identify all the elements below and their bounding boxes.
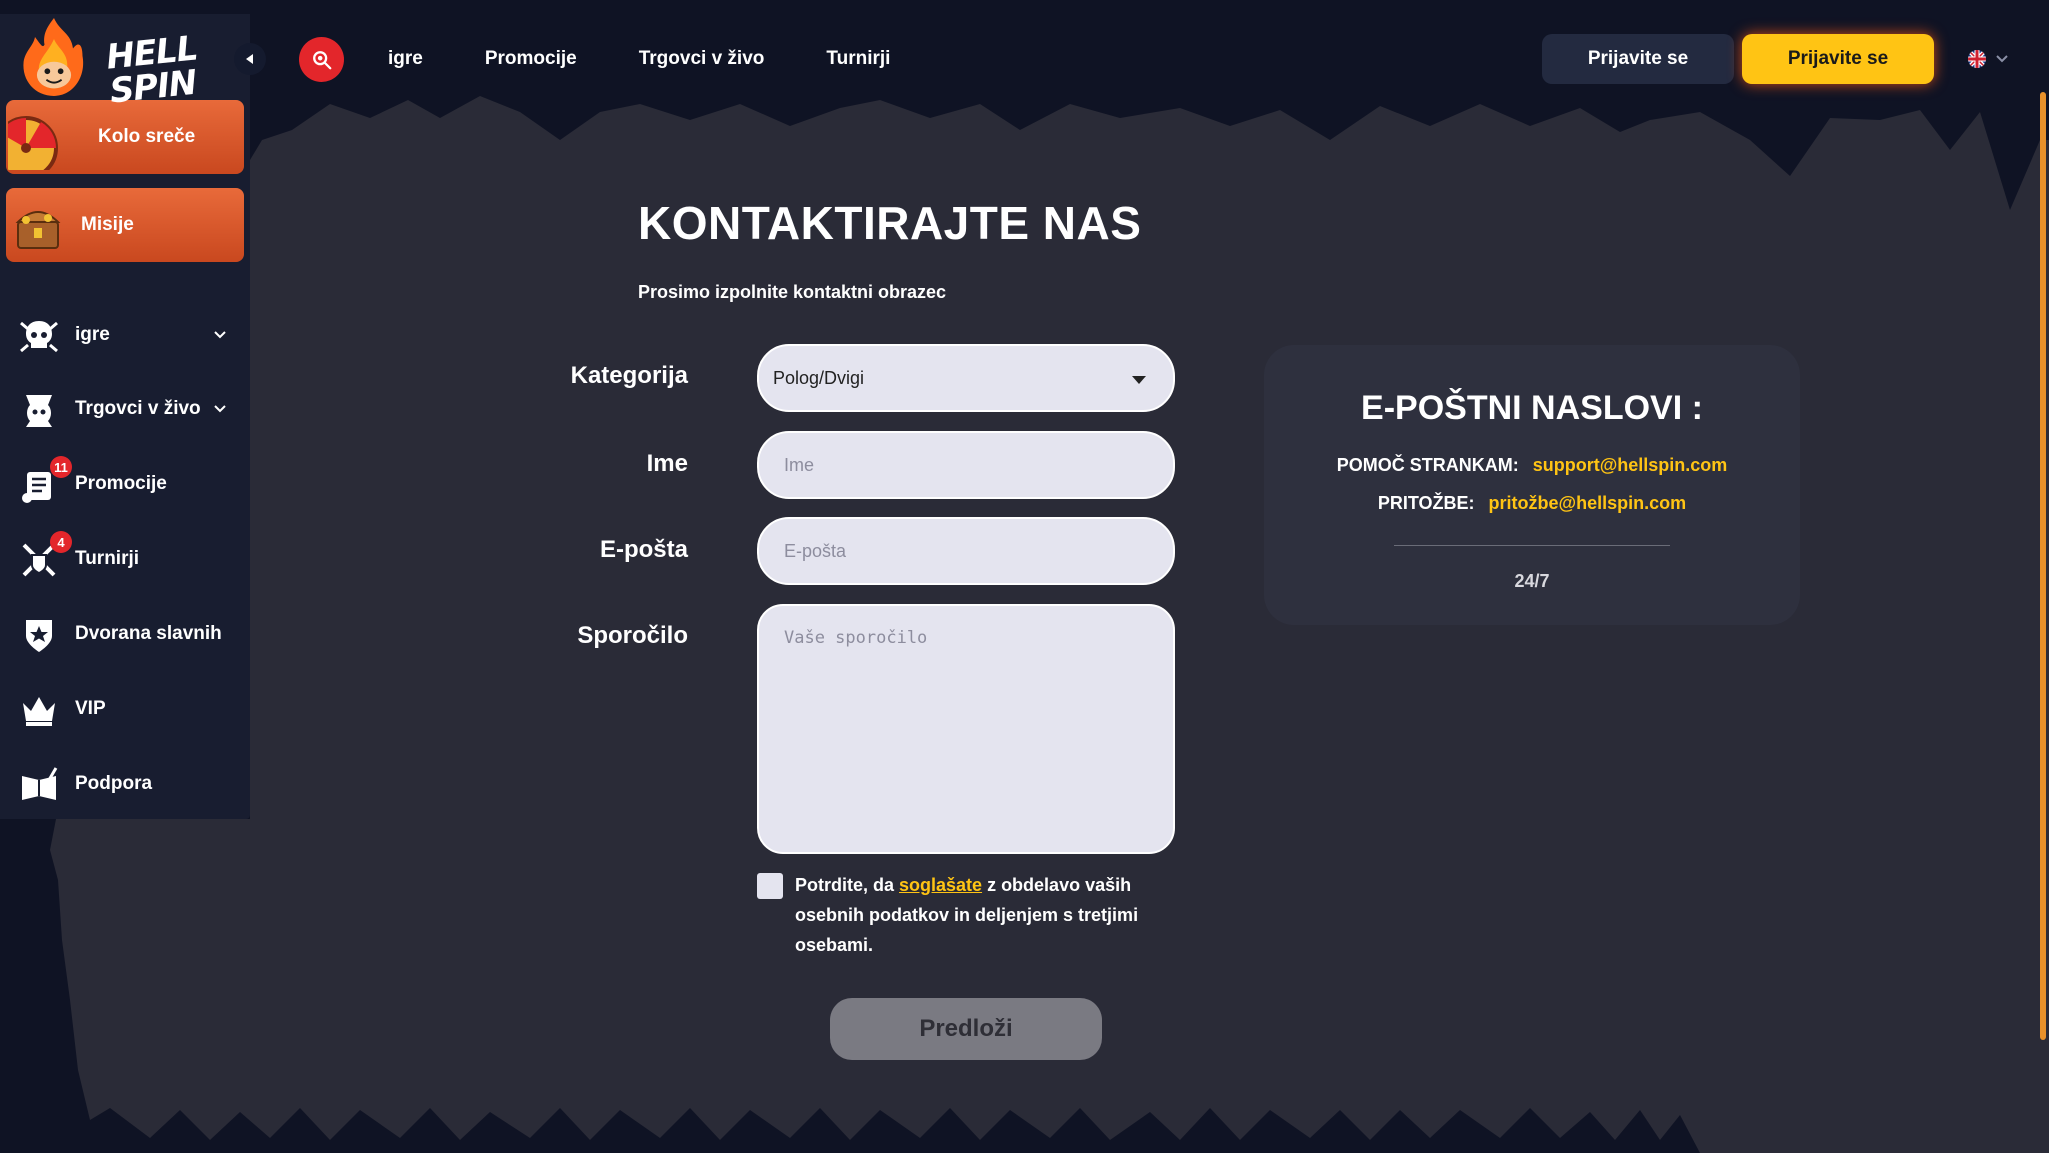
- treasure-chest-icon: [15, 211, 61, 249]
- chevron-down-icon: [214, 331, 226, 339]
- logo-line-2: SPIN: [107, 62, 199, 112]
- chevron-down-icon: [1996, 55, 2008, 63]
- support-email-key: POMOČ STRANKAM:: [1336, 455, 1519, 475]
- support-email-link[interactable]: support@hellspin.com: [1533, 455, 1728, 475]
- app-root: Kolo sreče Misije igre Trgovci v živo 11…: [0, 0, 2049, 1153]
- sidebar-item-label: Turnirji: [75, 548, 140, 569]
- dealer-icon: [26, 395, 52, 427]
- message-label: Sporočilo: [577, 622, 688, 649]
- shield-star-icon: [26, 620, 52, 652]
- sidebar-tile-label: Kolo sreče: [98, 126, 196, 147]
- search-icon: [312, 50, 331, 69]
- sidebar-item-label: Promocije: [75, 473, 167, 494]
- search-button[interactable]: [299, 37, 344, 82]
- sidebar-item-label: VIP: [75, 698, 106, 719]
- nav-link-games[interactable]: igre: [388, 44, 423, 74]
- language-selector[interactable]: [1967, 49, 2015, 69]
- consent-link[interactable]: soglašate: [899, 875, 982, 895]
- page-title: KONTAKTIRAJTE NAS: [638, 197, 1142, 249]
- triangle-left-icon: [246, 54, 253, 64]
- complaints-email-key: PRITOŽBE:: [1377, 493, 1475, 513]
- hellspin-logo[interactable]: HELL SPIN: [16, 14, 206, 112]
- sidebar-collapse-button[interactable]: [234, 43, 266, 75]
- contact-emails-card: E-POŠTNI NASLOVI : POMOČ STRANKAM: suppor…: [1264, 345, 1800, 625]
- consent-text: Potrdite, da soglašate z obdelavo vaših …: [795, 870, 1155, 960]
- page-scrollbar[interactable]: [2040, 92, 2046, 1040]
- category-select[interactable]: Polog/Dvigi: [757, 344, 1175, 412]
- sidebar-item-label: Podpora: [75, 773, 153, 794]
- card-title: E-POŠTNI NASLOVI :: [1361, 389, 1703, 427]
- top-header: HELL SPIN igre Promocije Trgovci v živo …: [0, 0, 2049, 116]
- sidebar-item-label: Dvorana slavnih: [75, 623, 222, 644]
- consent-checkbox[interactable]: [757, 873, 783, 899]
- sidebar-item-games[interactable]: igre: [0, 307, 250, 363]
- card-divider: [1394, 545, 1670, 546]
- crown-icon: [23, 697, 55, 726]
- nav-link-tournaments[interactable]: Turnirji: [826, 44, 890, 74]
- sidebar-item-vip[interactable]: VIP: [0, 681, 250, 737]
- sidebar-item-label: Trgovci v živo: [75, 398, 201, 419]
- book-quill-icon: [22, 767, 58, 800]
- caret-down-icon: [1132, 376, 1146, 384]
- complaints-email-link[interactable]: pritožbe@hellspin.com: [1489, 493, 1687, 513]
- skull-icon: [20, 321, 58, 353]
- sidebar-tile-label: Misije: [81, 214, 134, 235]
- complaints-email-row: PRITOŽBE: pritožbe@hellspin.com: [1264, 493, 1800, 514]
- submit-button[interactable]: Predloži: [830, 998, 1102, 1060]
- sidebar-item-tournaments[interactable]: 4 Turnirji: [0, 531, 250, 587]
- sidebar-item-support[interactable]: Podpora: [0, 756, 250, 812]
- sidebar-item-promotions[interactable]: 11 Promocije: [0, 456, 250, 512]
- promotions-count-badge: 11: [50, 456, 72, 478]
- support-hours: 24/7: [1514, 571, 1550, 591]
- sidebar-item-hall-of-fame[interactable]: Dvorana slavnih: [0, 606, 250, 662]
- sidebar-item-live-dealers[interactable]: Trgovci v živo: [0, 381, 250, 437]
- login-button[interactable]: Prijavite se: [1542, 34, 1734, 84]
- category-selected-value: Polog/Dvigi: [773, 367, 865, 388]
- name-label: Ime: [646, 450, 688, 477]
- form-labels: Kategorija Ime E-pošta Sporočilo: [448, 0, 688, 700]
- chevron-down-icon: [214, 405, 226, 413]
- tournaments-count-badge: 4: [50, 531, 72, 553]
- support-email-row: POMOČ STRANKAM: support@hellspin.com: [1264, 455, 1800, 476]
- message-textarea[interactable]: [757, 604, 1175, 854]
- sidebar-item-label: igre: [75, 324, 110, 345]
- name-input[interactable]: [757, 431, 1175, 499]
- logo-wordmark: HELL SPIN: [104, 28, 203, 112]
- category-label: Kategorija: [570, 362, 688, 389]
- email-label: E-pošta: [599, 536, 688, 563]
- email-input[interactable]: [757, 517, 1175, 585]
- uk-flag-icon: [1968, 50, 1986, 68]
- consent-text-before: Potrdite, da: [795, 875, 900, 895]
- register-button[interactable]: Prijavite se: [1742, 34, 1934, 84]
- flame-mascot-icon: [23, 18, 84, 96]
- sidebar: Kolo sreče Misije igre Trgovci v živo 11…: [0, 14, 250, 819]
- sidebar-tile-missions[interactable]: Misije: [6, 188, 244, 262]
